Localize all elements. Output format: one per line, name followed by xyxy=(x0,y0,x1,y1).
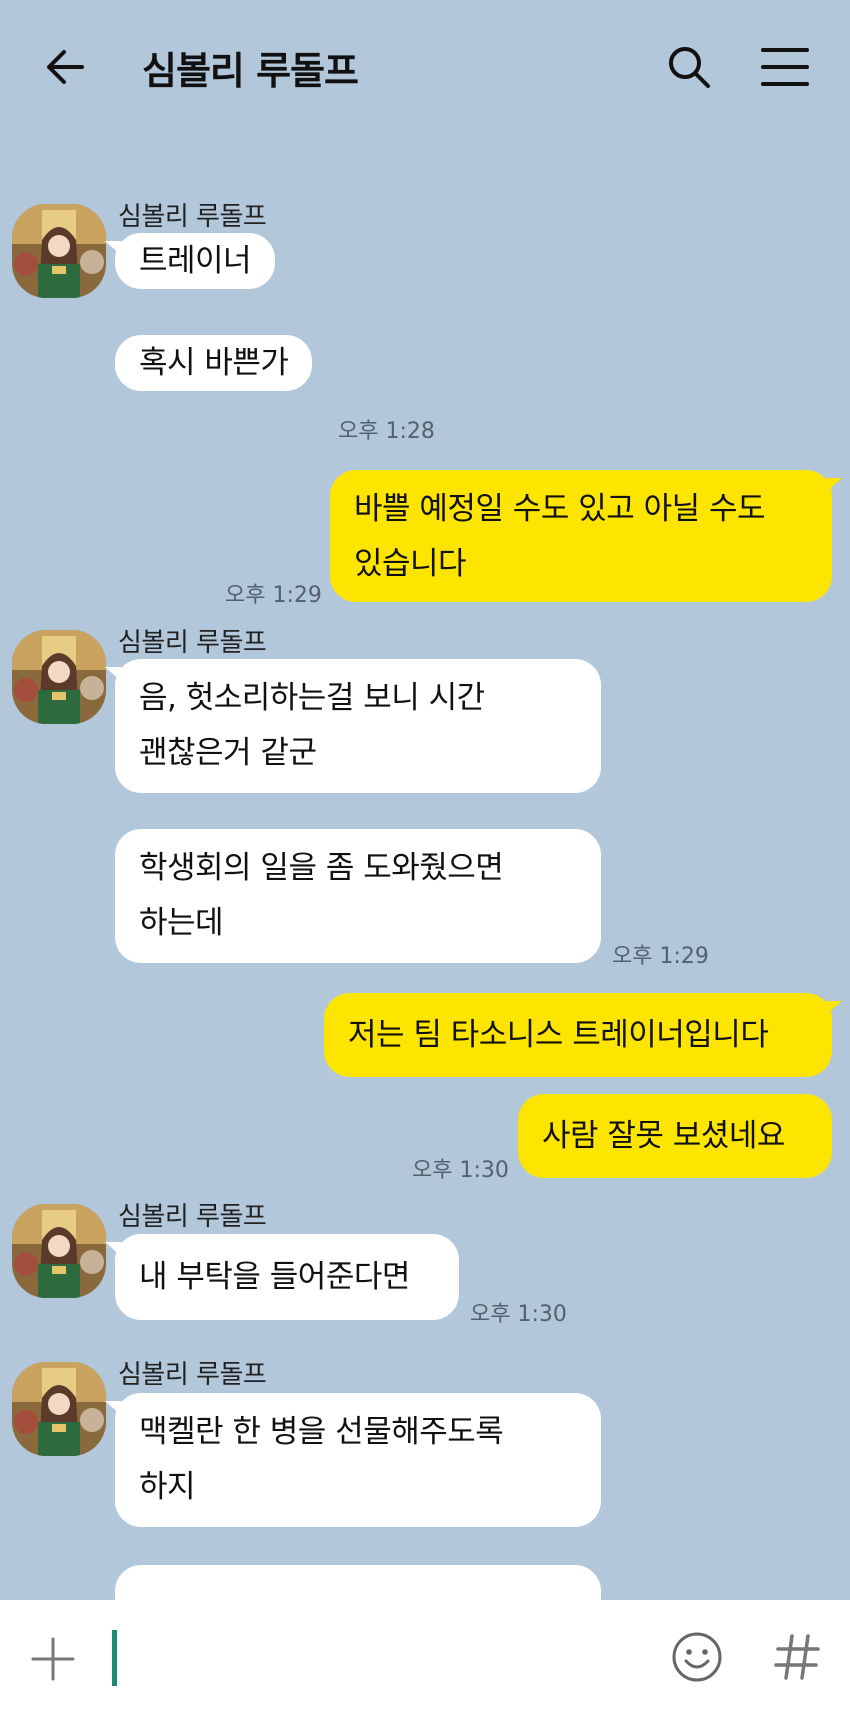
message-text: 괜찮은거 같군 xyxy=(139,735,317,771)
sender-name: 심볼리 루돌프 xyxy=(118,202,267,232)
profile-picture-icon xyxy=(12,204,106,298)
message-bubble-partial[interactable] xyxy=(115,1565,601,1600)
message-time: 오후 1:30 xyxy=(412,1158,509,1183)
message-text: 하는데 xyxy=(139,905,224,941)
message-input-bar xyxy=(0,1600,850,1713)
sender-avatar[interactable] xyxy=(12,1204,106,1298)
message-bubble[interactable]: 혹시 바쁜가 xyxy=(115,335,313,391)
message-time: 오후 1:29 xyxy=(612,944,709,969)
message-text: 학생회의 일을 좀 도와줬으면 xyxy=(139,850,504,886)
text-cursor xyxy=(112,1630,117,1686)
message-text: 내 부탁을 들어준다면 xyxy=(139,1259,410,1295)
message-time: 오후 1:30 xyxy=(470,1302,567,1327)
smiley-emoji-icon xyxy=(672,1632,722,1682)
message-text: 사람 잘못 보셨네요 xyxy=(542,1118,785,1154)
search-icon xyxy=(669,47,710,88)
message-text: 하지 xyxy=(139,1469,196,1505)
message-text: 혹시 바쁜가 xyxy=(139,345,289,381)
message-time: 오후 1:29 xyxy=(225,583,322,608)
chat-header: 심볼리 루돌프 xyxy=(0,0,850,140)
search-button[interactable] xyxy=(664,42,714,92)
profile-picture-icon xyxy=(12,1362,106,1456)
profile-picture-icon xyxy=(12,1204,106,1298)
sender-name: 심볼리 루돌프 xyxy=(118,1360,267,1390)
message-bubble[interactable]: 학생회의 일을 좀 도와줬으면 하는데 xyxy=(115,829,601,963)
sender-avatar[interactable] xyxy=(12,630,106,724)
message-text: 저는 팀 타소니스 트레이너입니다 xyxy=(348,1017,769,1053)
message-time: 오후 1:28 xyxy=(338,419,435,444)
message-bubble[interactable]: 바쁠 예정일 수도 있고 아닐 수도 있습니다 xyxy=(330,470,842,602)
message-input[interactable] xyxy=(110,1626,634,1690)
arrow-left-icon xyxy=(47,50,84,84)
message-text: 맥켈란 한 병을 선물해주도록 xyxy=(139,1414,504,1450)
sender-name: 심볼리 루돌프 xyxy=(118,628,267,658)
plus-icon xyxy=(31,1637,75,1681)
message-text: 바쁠 예정일 수도 있고 아닐 수도 xyxy=(354,491,766,527)
message-bubble[interactable]: 음, 헛소리하는걸 보니 시간 괜찮은거 같군 xyxy=(105,659,601,793)
hashtag-icon xyxy=(774,1634,820,1680)
hamburger-menu-icon xyxy=(761,48,809,86)
sender-avatar[interactable] xyxy=(12,204,106,298)
message-bubble[interactable]: 저는 팀 타소니스 트레이너입니다 xyxy=(324,993,842,1077)
message-list[interactable]: 심볼리 루돌프 트레이너 혹시 바쁜가 오후 1:28 바쁠 예정일 수도 있고… xyxy=(0,140,850,1600)
profile-picture-icon xyxy=(12,630,106,724)
message-text: 트레이너 xyxy=(139,243,252,279)
menu-button[interactable] xyxy=(760,44,810,90)
message-bubble[interactable]: 사람 잘못 보셨네요 xyxy=(518,1094,832,1178)
message-bubble[interactable]: 맥켈란 한 병을 선물해주도록 하지 xyxy=(105,1393,601,1527)
message-bubble[interactable]: 트레이너 xyxy=(104,233,276,289)
attach-button[interactable] xyxy=(30,1636,76,1682)
sender-name: 심볼리 루돌프 xyxy=(118,1202,267,1232)
sender-avatar[interactable] xyxy=(12,1362,106,1456)
message-bubble[interactable]: 내 부탁을 들어준다면 xyxy=(105,1234,459,1320)
hashtag-button[interactable] xyxy=(770,1630,824,1684)
message-text: 음, 헛소리하는걸 보니 시간 xyxy=(139,680,485,716)
emoji-button[interactable] xyxy=(670,1630,724,1684)
back-button[interactable] xyxy=(42,42,92,92)
message-text: 있습니다 xyxy=(354,546,467,582)
chat-title: 심볼리 루돌프 xyxy=(142,49,359,93)
